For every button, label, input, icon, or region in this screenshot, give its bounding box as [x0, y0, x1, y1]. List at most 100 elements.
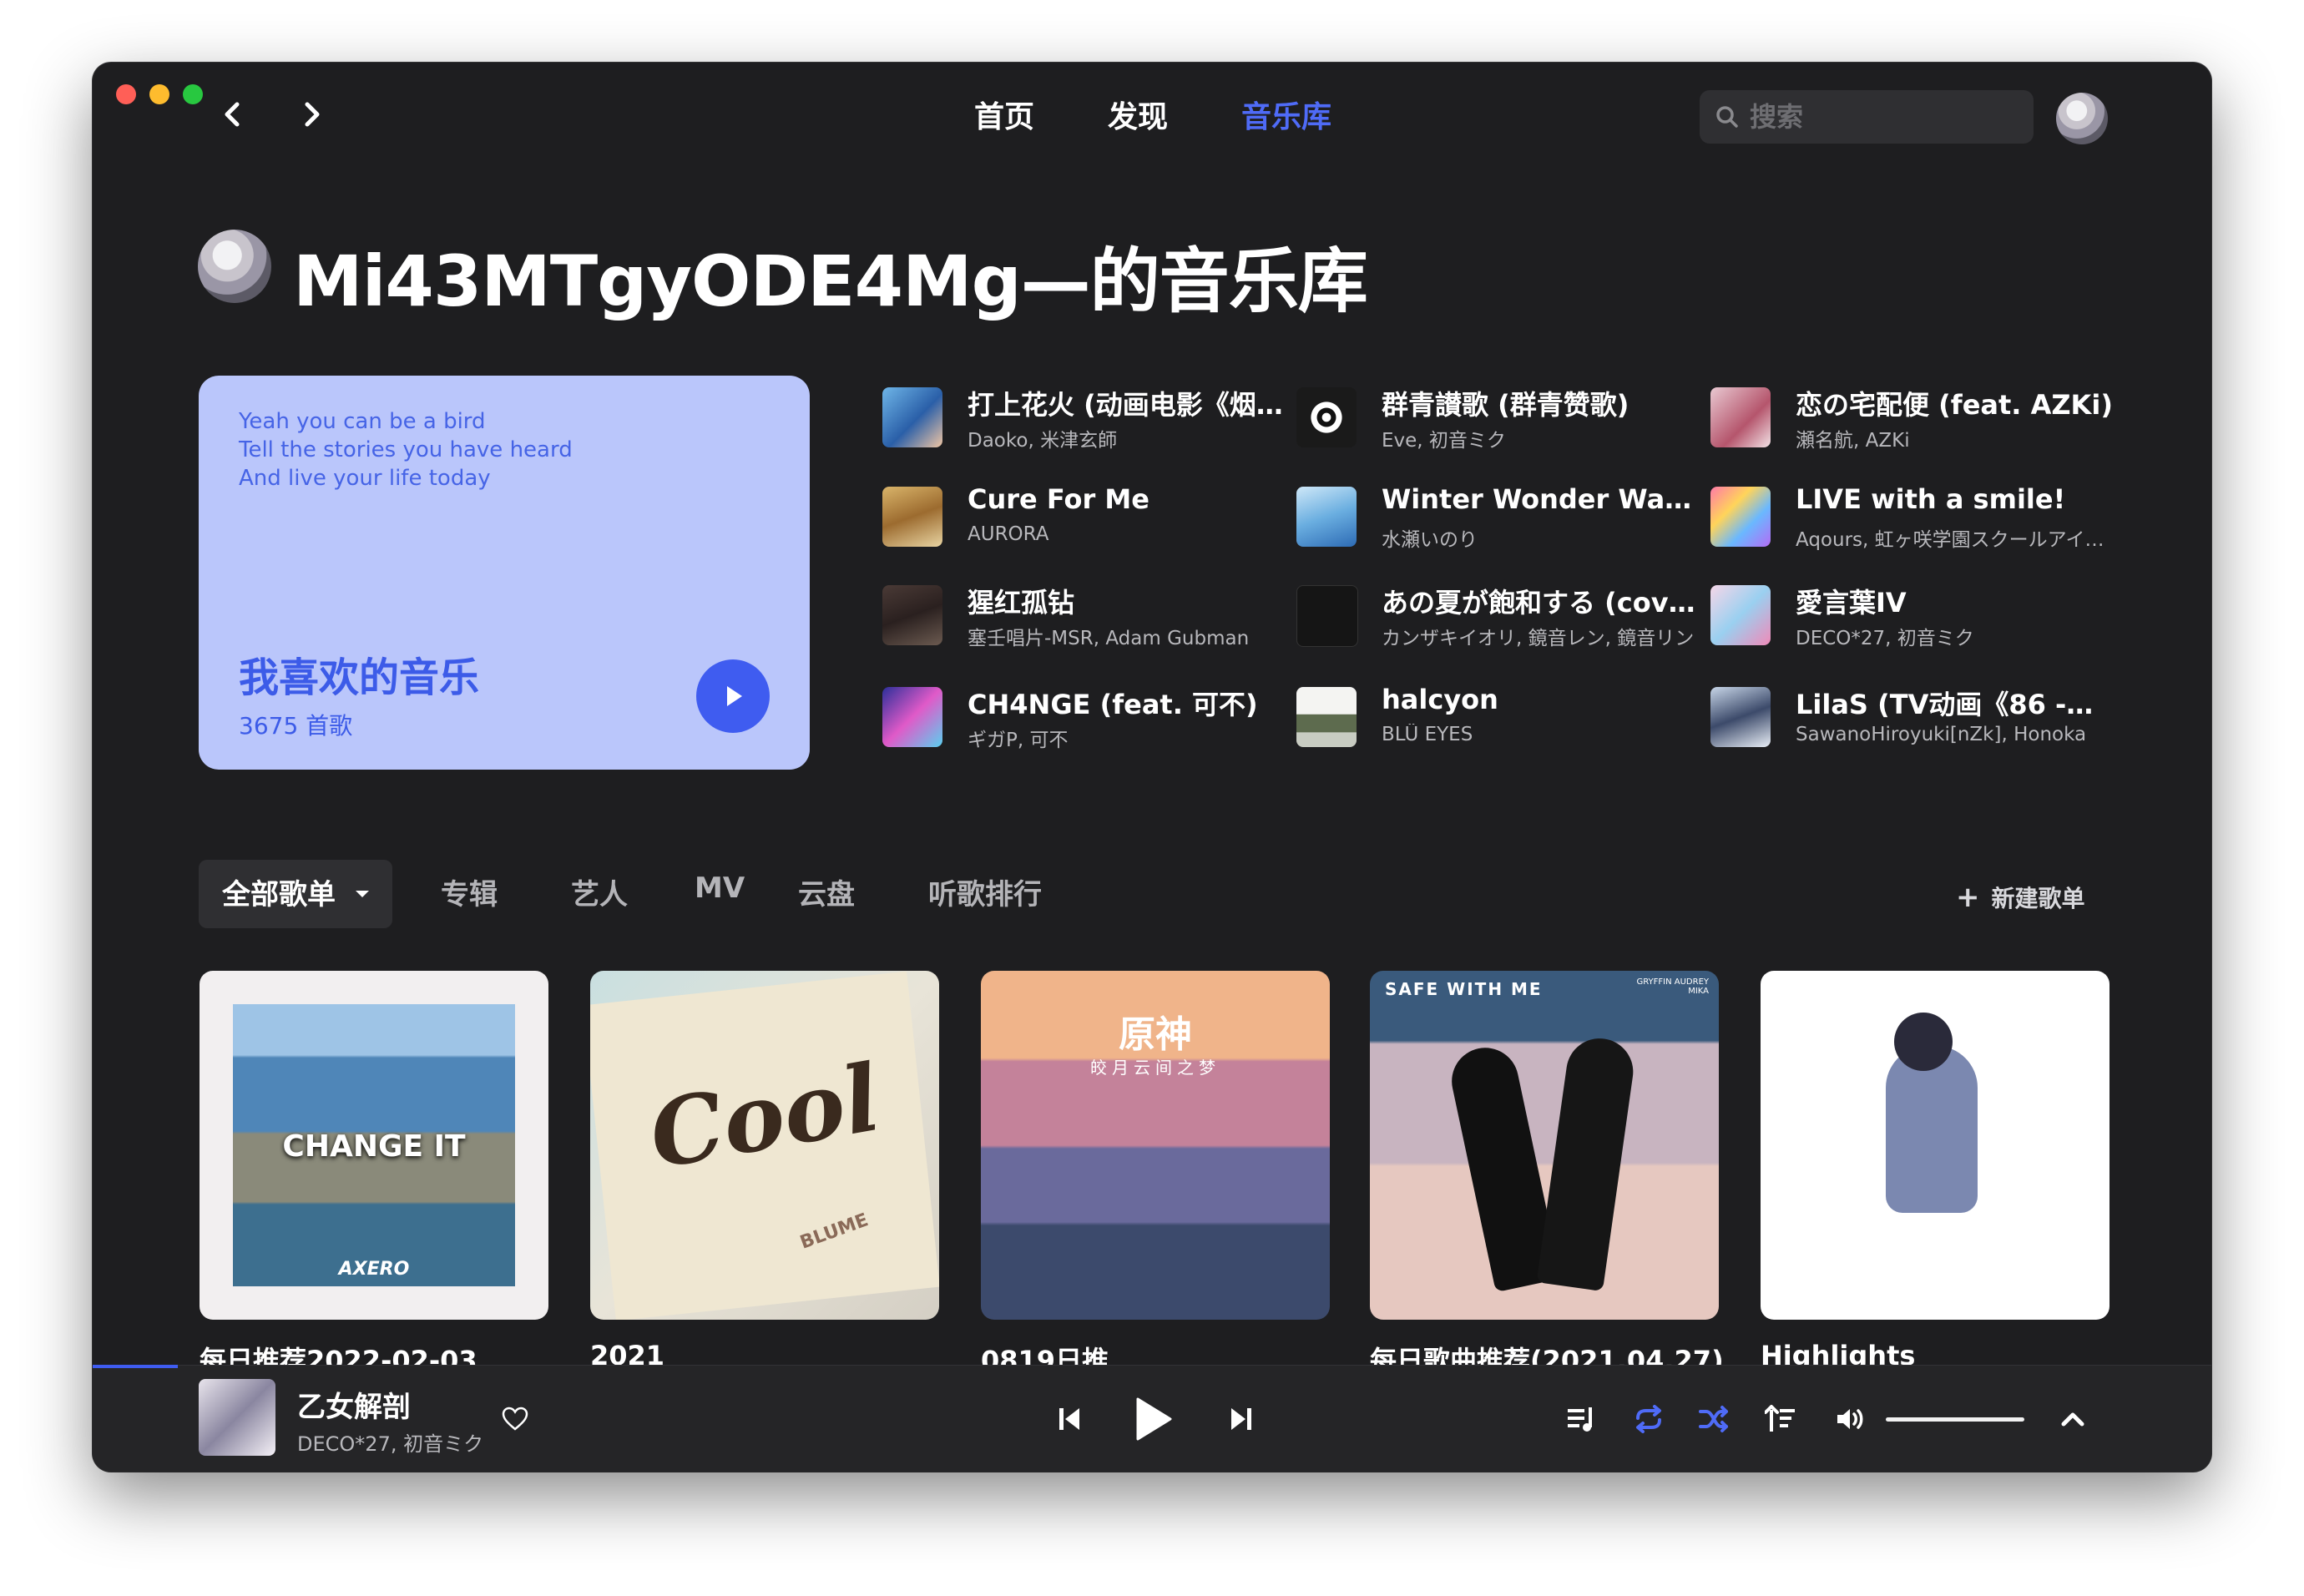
song-artist: カンザキイオリ, 鏡音レン, 鏡音リン	[1382, 628, 1695, 649]
song-cover	[1296, 387, 1357, 447]
song-item[interactable]: LIVE with a smile! Aqours, 虹ヶ咲学園スクールアイドル…	[1710, 477, 2113, 552]
close-window-button[interactable]	[116, 84, 136, 104]
now-playing-artist[interactable]: DECO*27, 初音ミク	[297, 1427, 483, 1457]
next-button[interactable]	[1225, 1402, 1258, 1436]
song-title: LilaS (TV动画《86 -不存在的战区-》片尾曲)	[1796, 689, 2113, 720]
song-artist: 塞壬唱片-MSR, Adam Gubman	[968, 628, 1250, 649]
song-item[interactable]: LilaS (TV动画《86 -不存在的战区-》片尾曲) SawanoHiroy…	[1710, 677, 2113, 752]
shuffle-button[interactable]	[1697, 1404, 1731, 1434]
play-icon	[1136, 1397, 1172, 1441]
song-cover	[882, 687, 942, 747]
nav-home[interactable]: 首页	[974, 93, 1034, 136]
lyric-line: And live your life today	[239, 466, 491, 491]
cover-text: CHANGE IT	[282, 1129, 466, 1164]
new-playlist-label: 新建歌单	[1991, 885, 2085, 912]
nav-discover[interactable]: 发现	[1108, 93, 1168, 136]
cover-text: SAFE WITH ME	[1385, 979, 1543, 999]
repeat-button[interactable]	[1632, 1404, 1665, 1434]
song-item[interactable]: あの夏が飽和する (cover) カンザキイオリ, 鏡音レン, 鏡音リン	[1296, 575, 1699, 650]
zoom-window-button[interactable]	[183, 84, 203, 104]
tab-listening-rank[interactable]: 听歌排行	[928, 871, 1042, 912]
playlist-card[interactable]: CHANGE IT AXERO	[200, 971, 548, 1320]
new-playlist-button[interactable]: + 新建歌单	[1956, 881, 2085, 914]
song-cover	[1296, 487, 1357, 547]
song-title: CH4NGE (feat. 可不)	[968, 689, 1258, 720]
playlist-card[interactable]: Cool BLUME	[590, 971, 939, 1320]
search-icon	[1716, 106, 1738, 128]
song-artist: Aqours, 虹ヶ咲学園スクールアイドル同好会	[1796, 529, 2113, 551]
liked-songs-title: 我喜欢的音乐	[239, 654, 480, 701]
play-liked-button[interactable]	[696, 659, 770, 733]
tab-cloud[interactable]: 云盘	[798, 871, 855, 912]
cover-subtext: GRYFFIN AUDREY MIKA	[1636, 977, 1709, 996]
song-item[interactable]: 愛言葉IV DECO*27, 初音ミク	[1710, 575, 2111, 650]
cover-subtext: AXERO	[338, 1259, 410, 1280]
song-item[interactable]: 恋の宅配便 (feat. AZKi) 瀬名航, AZKi	[1710, 377, 2113, 452]
library-avatar	[198, 230, 271, 303]
volume-slider[interactable]	[1886, 1417, 2024, 1422]
song-title: Winter Wonder Wander	[1382, 483, 1699, 515]
song-artist: SawanoHiroyuki[nZk], Honoka	[1796, 724, 2087, 745]
user-avatar[interactable]	[2056, 93, 2108, 144]
shuffle-icon	[1699, 1406, 1728, 1432]
song-item[interactable]: 群青讃歌 (群青赞歌) Eve, 初音ミク	[1296, 377, 1697, 452]
song-title: LIVE with a smile!	[1796, 483, 2066, 515]
previous-button[interactable]	[1053, 1402, 1086, 1436]
forward-button[interactable]	[293, 96, 330, 133]
playlist-card[interactable]: SAFE WITH ME GRYFFIN AUDREY MIKA	[1370, 971, 1719, 1320]
nav-library[interactable]: 音乐库	[1241, 93, 1331, 136]
song-item[interactable]: CH4NGE (feat. 可不) ギガP, 可不	[882, 677, 1283, 752]
playlist-queue-button[interactable]	[1565, 1404, 1599, 1434]
tab-all-playlists[interactable]: 全部歌单	[199, 860, 392, 928]
song-item[interactable]: halcyon BLÜ EYES	[1296, 677, 1697, 752]
tab-label: 全部歌单	[222, 878, 336, 912]
song-title: 恋の宅配便 (feat. AZKi)	[1796, 389, 2113, 421]
now-playing-cover[interactable]	[199, 1379, 275, 1456]
tab-mv[interactable]: MV	[695, 871, 745, 905]
progress-bar[interactable]	[93, 1365, 178, 1368]
tab-albums[interactable]: 专辑	[441, 871, 498, 912]
like-button[interactable]	[500, 1404, 530, 1434]
play-pause-button[interactable]	[1128, 1394, 1178, 1444]
song-cover	[1296, 687, 1357, 747]
back-button[interactable]	[215, 96, 251, 133]
song-item[interactable]: Winter Wonder Wander 水瀬いのり	[1296, 477, 1699, 552]
lyrics-button[interactable]	[1764, 1404, 1797, 1434]
song-artist: AURORA	[968, 523, 1049, 545]
minimize-window-button[interactable]	[149, 84, 169, 104]
song-title: 打上花火 (动画电影《烟花》主题曲)	[968, 389, 1285, 421]
song-artist: DECO*27, 初音ミク	[1796, 628, 1974, 649]
volume-button[interactable]	[1834, 1404, 1867, 1434]
song-cover	[882, 387, 942, 447]
liked-songs-card[interactable]: Yeah you can be a bird Tell the stories …	[199, 376, 810, 770]
song-item[interactable]: 猩红孤钻 塞壬唱片-MSR, Adam Gubman	[882, 575, 1283, 650]
song-title: 愛言葉IV	[1796, 587, 1907, 619]
playlist-card[interactable]	[1761, 971, 2109, 1320]
figure-art	[1894, 1013, 1953, 1071]
app-window: 首页 发现 音乐库 Mi43MTgyODE4Mg—的音乐库 Yeah you c…	[93, 63, 2211, 1472]
song-title: Cure For Me	[968, 483, 1149, 515]
song-title: 猩红孤钻	[968, 587, 1075, 619]
volume-icon	[1837, 1409, 1863, 1429]
play-icon	[727, 686, 742, 706]
song-title: halcyon	[1382, 684, 1498, 715]
song-cover	[882, 487, 942, 547]
song-cover	[882, 585, 942, 645]
search-box[interactable]	[1700, 90, 2034, 144]
song-title: 群青讃歌 (群青赞歌)	[1382, 389, 1629, 421]
chevron-left-icon	[225, 102, 240, 127]
playlist-card[interactable]: 原神 皎月云间之梦	[981, 971, 1330, 1320]
song-item[interactable]: Cure For Me AURORA	[882, 477, 1283, 552]
song-artist: 水瀬いのり	[1382, 529, 1478, 551]
song-artist: Daoko, 米津玄師	[968, 430, 1118, 452]
chevron-up-icon	[2061, 1412, 2084, 1427]
search-input[interactable]	[1748, 100, 2027, 134]
song-artist: 瀬名航, AZKi	[1796, 430, 1910, 452]
chevron-right-icon	[305, 102, 320, 127]
expand-player-button[interactable]	[2056, 1404, 2089, 1434]
song-item[interactable]: 打上花火 (动画电影《烟花》主题曲) Daoko, 米津玄師	[882, 377, 1285, 452]
song-cover	[1710, 687, 1771, 747]
song-cover	[1710, 387, 1771, 447]
tab-artists[interactable]: 艺人	[571, 871, 628, 912]
now-playing-title[interactable]: 乙女解剖	[297, 1384, 411, 1425]
